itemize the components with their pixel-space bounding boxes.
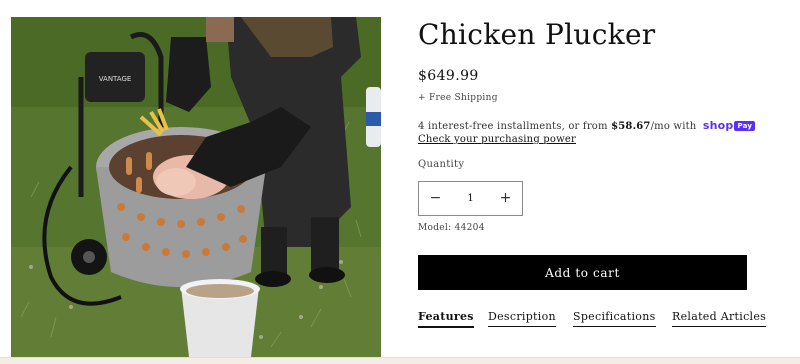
shop-pay-wordmark: shop	[702, 119, 734, 132]
tab-related-articles[interactable]: Related Articles	[672, 310, 767, 327]
product-tabs: Features Description Specifications Rela…	[418, 310, 778, 332]
add-to-cart-button[interactable]: Add to cart	[418, 255, 747, 290]
purchasing-power-link[interactable]: Check your purchasing power	[418, 134, 576, 145]
quantity-increase-button[interactable]: +	[489, 182, 522, 215]
quantity-stepper: − +	[418, 181, 523, 216]
shipping-note: + Free Shipping	[418, 93, 498, 103]
shop-pay-badge: Pay	[734, 121, 756, 131]
installments-amount: $58.67	[611, 121, 651, 132]
tab-features[interactable]: Features	[418, 310, 474, 328]
installments-suffix: /mo with	[650, 121, 697, 132]
product-price: $649.99	[418, 68, 479, 84]
product-image[interactable]: VANTAGE	[11, 17, 381, 357]
model-number: Model: 44204	[418, 223, 485, 233]
installments-prefix: 4 interest-free installments, or from	[418, 121, 612, 132]
plus-icon: +	[499, 190, 512, 206]
product-title: Chicken Plucker	[418, 18, 656, 51]
tab-specifications[interactable]: Specifications	[573, 310, 656, 327]
quantity-input[interactable]	[452, 182, 489, 215]
quantity-decrease-button[interactable]: −	[419, 182, 452, 215]
quantity-label: Quantity	[418, 159, 465, 170]
brand-text: VANTAGE	[99, 75, 132, 83]
installments-text: 4 interest-free installments, or from $5…	[418, 119, 756, 132]
minus-icon: −	[429, 190, 442, 206]
shop-pay-logo: shop Pay	[702, 119, 756, 132]
tab-description[interactable]: Description	[488, 310, 556, 327]
